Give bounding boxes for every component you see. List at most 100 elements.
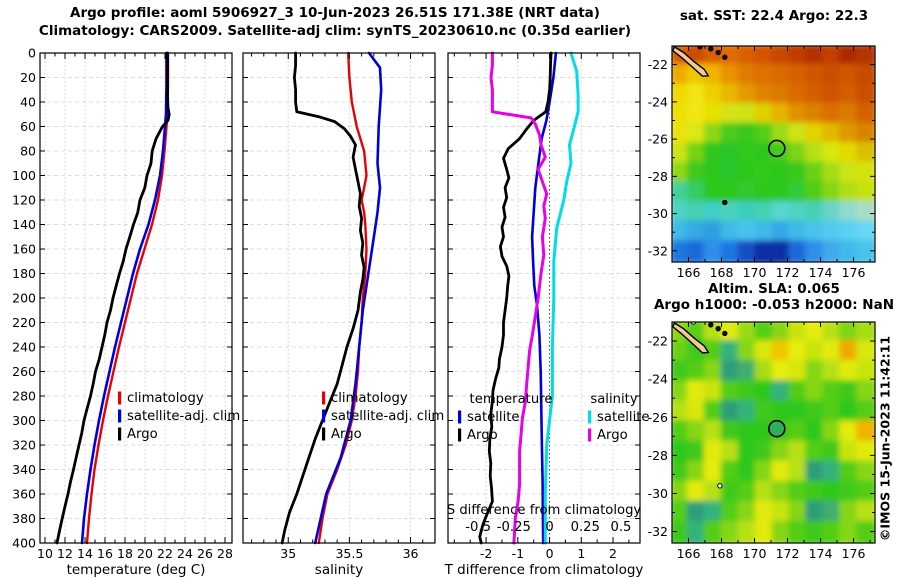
ytick-label: 160 — [12, 242, 36, 257]
ytick-label: 400 — [12, 536, 36, 551]
s-axis-tick-label: -0.25 — [497, 520, 531, 535]
xtick-label: 36 — [403, 546, 419, 561]
ytick-label: 240 — [12, 340, 36, 355]
map-ytick-label: -24 — [648, 372, 668, 387]
ytick-label: 100 — [12, 168, 36, 183]
ytick-label: 20 — [20, 70, 36, 85]
xtick-label: 2 — [609, 546, 617, 561]
legend-header: temperature — [470, 392, 553, 407]
map-xtick-label: 170 — [743, 265, 767, 280]
xtick-label: 35.5 — [335, 546, 363, 561]
xtick-label: 16 — [97, 546, 113, 561]
legend-swatch — [322, 409, 326, 423]
map-xtick-label: 168 — [710, 265, 734, 280]
legend-label: satellite-adj. clim — [331, 409, 444, 424]
legend-header: salinity — [590, 392, 637, 407]
ytick-label: 360 — [12, 487, 36, 502]
sla-title: Altim. SLA: 0.065 — [708, 281, 840, 297]
legend-label: Argo — [597, 428, 628, 443]
xtick-label: 14 — [77, 546, 93, 561]
ytick-label: 200 — [12, 291, 36, 306]
xaxis-label-difference: T difference from climatology — [444, 562, 644, 578]
sst-map-title: sat. SST: 22.4 Argo: 22.3 — [679, 8, 869, 24]
islet — [717, 483, 723, 489]
xaxis-label-temperature: temperature (deg C) — [67, 562, 206, 578]
legend-swatch — [588, 410, 592, 424]
ytick-label: 280 — [12, 389, 36, 404]
islet — [722, 54, 728, 60]
xtick-label: 12 — [57, 546, 73, 561]
islet — [715, 325, 721, 332]
map-ytick-label: -22 — [648, 57, 668, 72]
map-xtick-label: 176 — [842, 546, 866, 561]
xtick-label: 18 — [117, 546, 133, 561]
legend-label: satellite-adj. clim — [127, 409, 240, 424]
map-xtick-label: 174 — [809, 546, 833, 561]
xaxis-label-salinity: salinity — [315, 562, 363, 578]
map-xtick-label: 172 — [776, 546, 800, 561]
map-xtick-label: 168 — [710, 546, 734, 561]
imos-watermark: ©IMOS 15-Jun-2023 11:42:11 — [877, 335, 893, 542]
panel-temperature: 0 20 40 60 80 100 120 140 160 180 200 220 240 260 280 3… — [12, 46, 240, 579]
map-ytick-label: -32 — [648, 524, 668, 539]
s-axis-tick-label: 0 — [545, 520, 553, 535]
xtick-label: 1 — [577, 546, 585, 561]
ytick-label: 60 — [20, 119, 36, 134]
ytick-label: 140 — [12, 217, 36, 232]
legend-label: climatology — [331, 391, 408, 406]
xtick-label: 24 — [177, 546, 193, 561]
legend-swatch — [118, 409, 122, 423]
s-axis-tick-label: 0.5 — [610, 520, 631, 535]
legend-swatch — [322, 427, 326, 441]
ytick-label: 40 — [20, 95, 36, 110]
legend-swatch — [588, 428, 592, 442]
xtick-label: 26 — [197, 546, 213, 561]
xtick-label: 10 — [37, 546, 53, 561]
map-xtick-label: 174 — [809, 265, 833, 280]
map-xtick-label: 166 — [677, 265, 701, 280]
map-ytick-label: -26 — [648, 410, 668, 425]
sst-map: 166 168 170 172 174 176 -22 -24 -26 -28 -30 -32 — [648, 45, 876, 280]
ytick-label: 320 — [12, 438, 36, 453]
argo-height-title: Argo h1000: -0.053 h2000: NaN — [653, 297, 895, 313]
ytick-label: 340 — [12, 462, 36, 477]
map-ytick-label: -30 — [648, 206, 668, 221]
islet — [722, 199, 728, 206]
ytick-label: 220 — [12, 315, 36, 330]
map-ytick-label: -24 — [648, 94, 668, 109]
map-xtick-label: 166 — [677, 546, 701, 561]
sla-map: 166 168 170 172 174 176 -22 -24 -26 -28 -30 -32 — [648, 321, 876, 561]
panel-salinity: 35 35.5 36 salinity climatology satellite-adj… — [242, 51, 444, 578]
legend-label: Argo — [331, 427, 362, 442]
map-xtick-label: 170 — [743, 546, 767, 561]
xtick-label: 22 — [157, 546, 173, 561]
legend-label: satellite — [467, 410, 520, 425]
map-ytick-label: -28 — [648, 169, 668, 184]
xtick-label: 20 — [137, 546, 153, 561]
legend-swatch — [458, 410, 462, 424]
figure-title-line2: Climatology: CARS2009. Satellite-adj cli… — [38, 23, 632, 39]
map-xtick-label: 176 — [842, 265, 866, 280]
legend-label: Argo — [467, 428, 498, 443]
map-xtick-label: 172 — [776, 265, 800, 280]
xtick-label: -2 — [480, 546, 492, 561]
ytick-label: 80 — [20, 144, 36, 159]
legend-swatch — [322, 391, 326, 405]
ytick-label: 380 — [12, 511, 36, 526]
islet — [722, 330, 728, 337]
panel-difference: -2 -1 0 1 2T difference from climatology temp… — [444, 51, 650, 578]
ytick-label: 300 — [12, 413, 36, 428]
ytick-label: 260 — [12, 364, 36, 379]
xtick-label: 0 — [546, 546, 554, 561]
s-axis-label: S difference from climatology — [447, 503, 642, 518]
xtick-label: 35 — [280, 546, 296, 561]
s-axis-tick-label: 0.25 — [571, 520, 600, 535]
map-ytick-label: -26 — [648, 132, 668, 147]
sla-map-float-marker — [768, 419, 786, 438]
legend-swatch — [118, 427, 122, 441]
figure-page: Argo profile: aoml 5906927_3 10-Jun-2023… — [0, 0, 900, 580]
xtick-label: 28 — [217, 546, 233, 561]
legend-swatch — [458, 428, 462, 442]
legend-swatch — [118, 391, 122, 405]
islet — [708, 46, 714, 52]
